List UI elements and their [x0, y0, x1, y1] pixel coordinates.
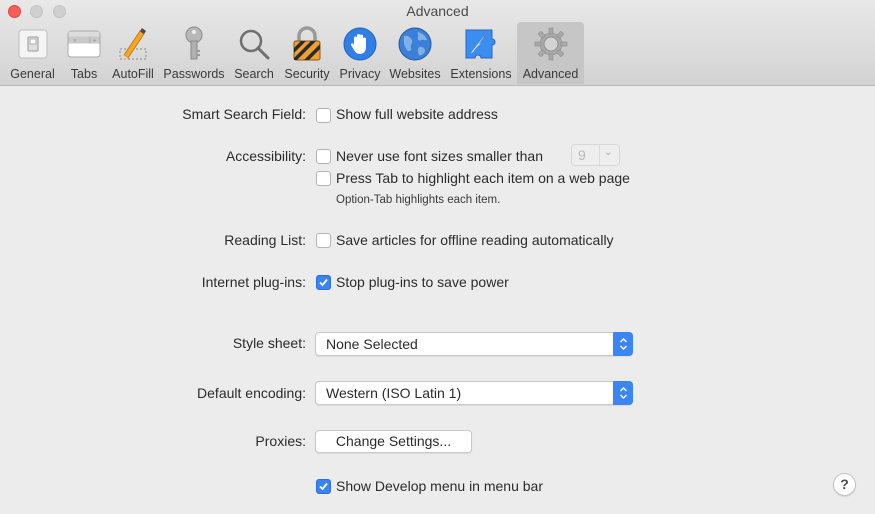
- hand-icon: [342, 26, 378, 62]
- min-font-size-select[interactable]: 9 ⌄: [571, 144, 620, 166]
- show-full-address-text: Show full website address: [336, 106, 498, 122]
- min-font-size-value: 9: [578, 147, 586, 163]
- encoding-label: Default encoding:: [197, 385, 306, 401]
- smart-search-label: Smart Search Field:: [182, 106, 306, 122]
- accessibility-label: Accessibility:: [225, 148, 306, 164]
- tab-privacy[interactable]: Privacy: [335, 22, 385, 84]
- up-down-chevron-icon: [613, 332, 633, 356]
- svg-text:+: +: [93, 39, 97, 45]
- chevron-down-icon: ⌄: [604, 147, 613, 158]
- tab-passwords[interactable]: Passwords: [159, 22, 229, 84]
- padlock-icon: [289, 26, 325, 62]
- reading-list-label: Reading List:: [224, 232, 306, 248]
- show-full-address-checkbox[interactable]: [316, 108, 331, 123]
- stop-plugins-text: Stop plug-ins to save power: [336, 274, 509, 290]
- plugins-label: Internet plug-ins:: [201, 274, 306, 290]
- style-sheet-select[interactable]: None Selected: [315, 332, 633, 356]
- develop-menu-checkbox[interactable]: [316, 479, 331, 494]
- offline-reading-checkbox[interactable]: [316, 233, 331, 248]
- tab-highlight-text: Press Tab to highlight each item on a we…: [336, 170, 630, 186]
- tabs-icon: × +: [66, 26, 102, 62]
- encoding-value: Western (ISO Latin 1): [326, 385, 462, 401]
- tab-autofill[interactable]: AutoFill: [107, 22, 159, 84]
- title-bar: Advanced General × + Tabs AutoFill Passwo…: [0, 0, 875, 86]
- min-font-size-checkbox[interactable]: [316, 149, 331, 164]
- key-icon: [176, 26, 212, 62]
- tab-websites[interactable]: Websites: [385, 22, 445, 84]
- checkmark-icon: [319, 482, 328, 491]
- tab-highlight-checkbox[interactable]: [316, 171, 331, 186]
- window-title: Advanced: [406, 3, 469, 19]
- tab-extensions[interactable]: Extensions: [445, 22, 517, 84]
- help-button[interactable]: ?: [833, 473, 856, 496]
- up-down-chevron-icon: [613, 381, 633, 405]
- tab-search[interactable]: Search: [229, 22, 279, 84]
- globe-icon: [397, 26, 433, 62]
- tab-advanced[interactable]: Advanced: [517, 22, 584, 84]
- tab-general[interactable]: General: [4, 22, 61, 84]
- puzzle-compass-icon: [463, 26, 499, 62]
- style-sheet-label: Style sheet:: [232, 335, 306, 351]
- tab-security[interactable]: Security: [279, 22, 335, 84]
- stop-plugins-checkbox[interactable]: [316, 275, 331, 290]
- develop-menu-text: Show Develop menu in menu bar: [336, 478, 544, 494]
- gear-icon: [533, 26, 569, 62]
- offline-reading-text: Save articles for offline reading automa…: [336, 232, 614, 248]
- pencil-icon: [115, 26, 151, 62]
- min-font-size-text: Never use font sizes smaller than: [336, 148, 543, 164]
- checkmark-icon: [319, 278, 328, 287]
- magnifier-icon: [236, 26, 272, 62]
- style-sheet-value: None Selected: [326, 336, 418, 352]
- tab-tabs[interactable]: × + Tabs: [61, 22, 107, 84]
- change-settings-button[interactable]: Change Settings...: [315, 430, 472, 453]
- tab-highlight-hint: Option-Tab highlights each item.: [336, 194, 501, 206]
- svg-text:×: ×: [73, 39, 77, 45]
- general-switch-icon: [15, 26, 51, 62]
- proxies-label: Proxies:: [255, 433, 306, 449]
- encoding-select[interactable]: Western (ISO Latin 1): [315, 381, 633, 405]
- select-divider: [599, 145, 600, 165]
- preferences-toolbar: General × + Tabs AutoFill Passwords Searc…: [4, 22, 584, 84]
